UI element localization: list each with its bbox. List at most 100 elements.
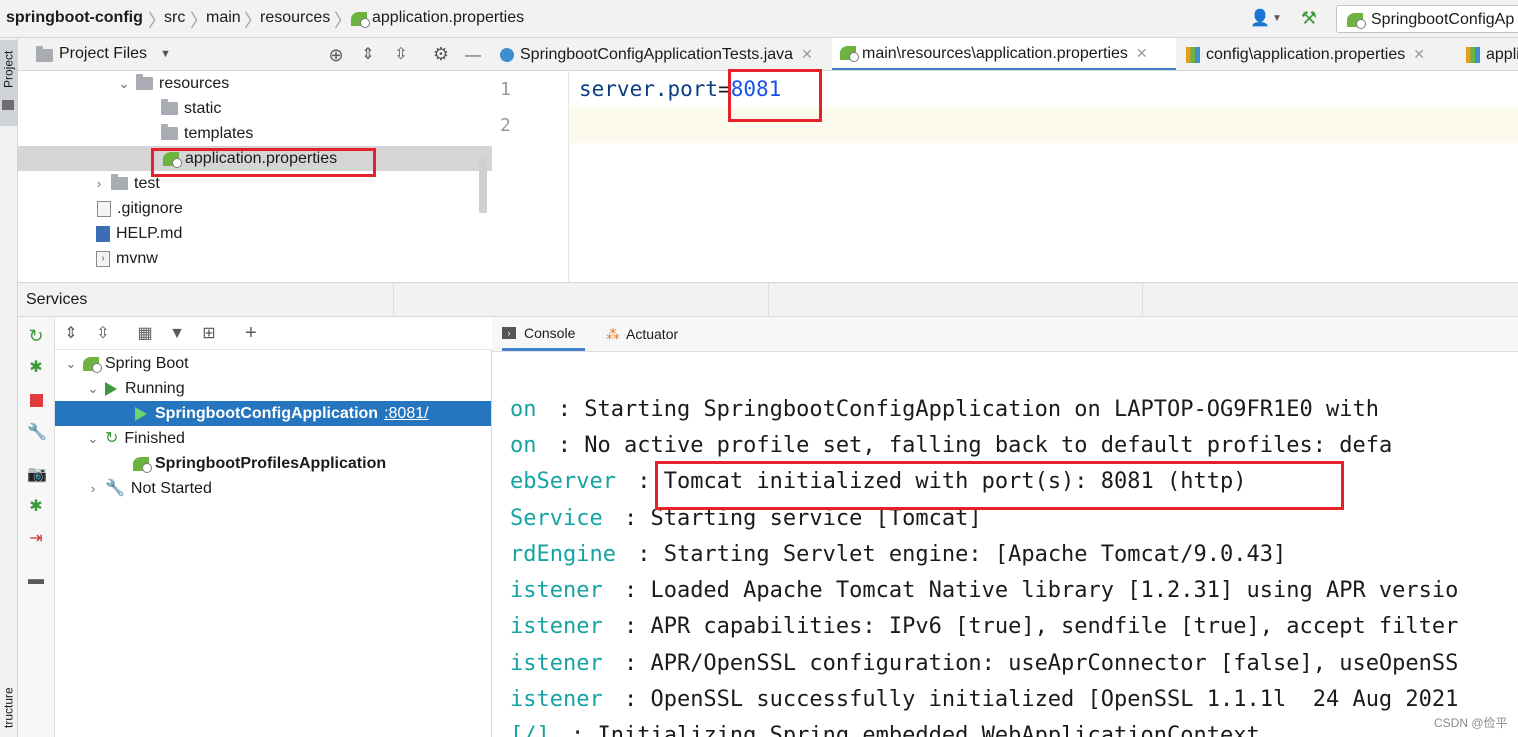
- services-tree: ⌄ Spring Boot ⌄ Running SpringbootConfig…: [55, 350, 492, 737]
- breadcrumb-main[interactable]: main: [206, 9, 241, 27]
- chevron-down-icon[interactable]: ▼: [160, 48, 171, 60]
- logger-name: istener: [510, 614, 603, 639]
- logger-name: Service: [510, 506, 603, 531]
- tree-item-not-started[interactable]: › 🔧 Not Started: [85, 476, 212, 501]
- exit-icon[interactable]: ⇥: [27, 530, 45, 548]
- minimize-icon[interactable]: —: [464, 47, 482, 65]
- services-title: Services: [26, 291, 88, 308]
- logger-name: istener: [510, 578, 603, 603]
- tab-main-application-properties[interactable]: main\resources\application.properties ✕: [832, 38, 1176, 70]
- tab-tests-java[interactable]: SpringbootConfigApplicationTests.java ✕: [492, 38, 832, 70]
- chevron-down-icon: ⌄: [87, 381, 99, 396]
- tab-console[interactable]: › Console: [502, 317, 586, 351]
- tree-item-mvnw[interactable]: › mvnw: [96, 246, 158, 271]
- collapse-all-icon[interactable]: ⇳: [94, 325, 112, 343]
- logger-name: ebServer: [510, 469, 616, 494]
- folder-icon: [161, 124, 178, 140]
- tree-item-resources[interactable]: ⌄ resources: [116, 71, 229, 96]
- tab-config-application-properties[interactable]: config\application.properties ✕: [1178, 38, 1458, 70]
- run-configuration-select[interactable]: SpringbootConfigAp: [1336, 5, 1518, 33]
- breadcrumb-src[interactable]: src: [164, 9, 185, 27]
- console-output[interactable]: on : Starting SpringbootConfigApplicatio…: [492, 352, 1518, 737]
- expand-all-icon[interactable]: ⇕: [359, 46, 377, 64]
- tree-item-spring-boot[interactable]: ⌄ Spring Boot: [63, 351, 189, 376]
- folder-icon: [161, 99, 178, 115]
- add-service-icon[interactable]: +: [242, 323, 260, 343]
- tree-scrollbar[interactable]: [479, 155, 487, 213]
- rerun-icon[interactable]: ↻: [27, 327, 45, 345]
- collapse-all-icon[interactable]: ⇳: [392, 46, 410, 64]
- debug-attach-icon[interactable]: ✱: [27, 498, 45, 516]
- build-hammer-icon[interactable]: ⚒: [1300, 9, 1318, 27]
- tab-label: config\application.properties: [1206, 46, 1406, 63]
- breadcrumb-project[interactable]: springboot-config: [6, 9, 143, 27]
- tree-item-label: SpringbootProfilesApplication: [155, 455, 387, 472]
- run-icon: [105, 381, 117, 396]
- code-editor[interactable]: server.port=8081: [569, 69, 1518, 282]
- breadcrumb-file[interactable]: application.properties: [372, 9, 524, 27]
- spring-boot-icon: [83, 356, 102, 373]
- group-by-icon[interactable]: ▦: [136, 325, 154, 343]
- tree-item-templates[interactable]: templates: [161, 121, 253, 146]
- debug-icon[interactable]: ✱: [27, 359, 45, 377]
- log-message: : Initializing Spring embedded WebApplic…: [557, 723, 1260, 737]
- structure-tool-tab[interactable]: tructure: [0, 678, 17, 737]
- file-icon: [97, 200, 111, 217]
- folder-icon: [36, 46, 53, 62]
- project-tool-tab[interactable]: Project: [0, 40, 17, 126]
- wrench-icon[interactable]: 🔧: [27, 424, 47, 442]
- tree-item-test[interactable]: › test: [91, 171, 160, 196]
- close-icon[interactable]: ✕: [1413, 38, 1425, 70]
- tree-item-label: templates: [184, 125, 254, 142]
- services-toolbar: ⇕ ⇳ ▦ ▼ ⊞ +: [55, 317, 492, 350]
- log-message: : OpenSSL successfully initialized [Open…: [610, 687, 1459, 712]
- locate-target-icon[interactable]: ⊕: [327, 46, 345, 64]
- logger-name: on: [510, 433, 537, 458]
- new-tab-icon[interactable]: ⊞: [200, 325, 218, 343]
- tab-label: Console: [524, 324, 576, 341]
- tree-item-running-app[interactable]: SpringbootConfigApplication :8081/: [135, 401, 429, 426]
- tab-appli[interactable]: appli: [1458, 38, 1518, 70]
- user-icon[interactable]: 👤: [1250, 10, 1270, 28]
- expand-all-icon[interactable]: ⇕: [62, 325, 80, 343]
- folder-icon: [2, 100, 14, 110]
- console-line: rdEngine : Starting Servlet engine: [Apa…: [510, 542, 1286, 567]
- camera-icon[interactable]: 📷: [27, 466, 47, 484]
- close-icon[interactable]: ✕: [801, 38, 813, 70]
- project-pane-header: Project Files ▼ ⊕ ⇕ ⇳ ⚙ —: [18, 38, 492, 71]
- tree-item-finished-app[interactable]: SpringbootProfilesApplication: [133, 451, 386, 476]
- tab-label: Actuator: [626, 326, 679, 342]
- project-view-title[interactable]: Project Files: [59, 45, 147, 63]
- tree-item-gitignore[interactable]: .gitignore: [97, 196, 183, 221]
- breadcrumb-resources[interactable]: resources: [260, 9, 330, 27]
- actuator-icon: ⁂: [606, 325, 620, 342]
- tree-item-help-md[interactable]: HELP.md: [96, 221, 182, 246]
- tree-item-finished[interactable]: ⌄ ↻ Finished: [85, 426, 185, 451]
- tab-actuator[interactable]: ⁂ Actuator: [606, 317, 678, 351]
- properties-file-icon: [1466, 46, 1480, 63]
- tree-item-static[interactable]: static: [161, 96, 221, 121]
- tree-item-running[interactable]: ⌄ Running: [85, 376, 185, 401]
- console-tab-bar: › Console ⁂ Actuator: [492, 317, 1518, 352]
- filter-icon[interactable]: ▼: [168, 325, 186, 343]
- property-key: server.port: [579, 77, 719, 101]
- chevron-down-icon[interactable]: ▼: [1268, 10, 1286, 28]
- watermark: CSDN @俭平: [1434, 716, 1508, 730]
- close-icon[interactable]: ✕: [1136, 38, 1148, 70]
- layout-icon[interactable]: ▬: [27, 571, 45, 589]
- line-number: 2: [500, 115, 511, 136]
- chevron-right-icon: ›: [96, 176, 102, 191]
- port-link[interactable]: :8081/: [384, 401, 428, 426]
- highlight-box-port: [728, 69, 822, 122]
- tree-item-label: Not Started: [130, 480, 212, 497]
- spring-boot-icon: [133, 456, 152, 473]
- console-line: istener : APR capabilities: IPv6 [true],…: [510, 614, 1458, 639]
- java-class-icon: [500, 47, 514, 62]
- tree-item-label: .gitignore: [117, 200, 183, 217]
- logger-name: [/]: [510, 723, 550, 737]
- console-icon: ›: [502, 326, 516, 339]
- divider: [1142, 283, 1143, 317]
- gear-icon[interactable]: ⚙: [432, 45, 450, 63]
- stop-icon[interactable]: [30, 394, 43, 407]
- rerun-icon: ↻: [105, 430, 119, 447]
